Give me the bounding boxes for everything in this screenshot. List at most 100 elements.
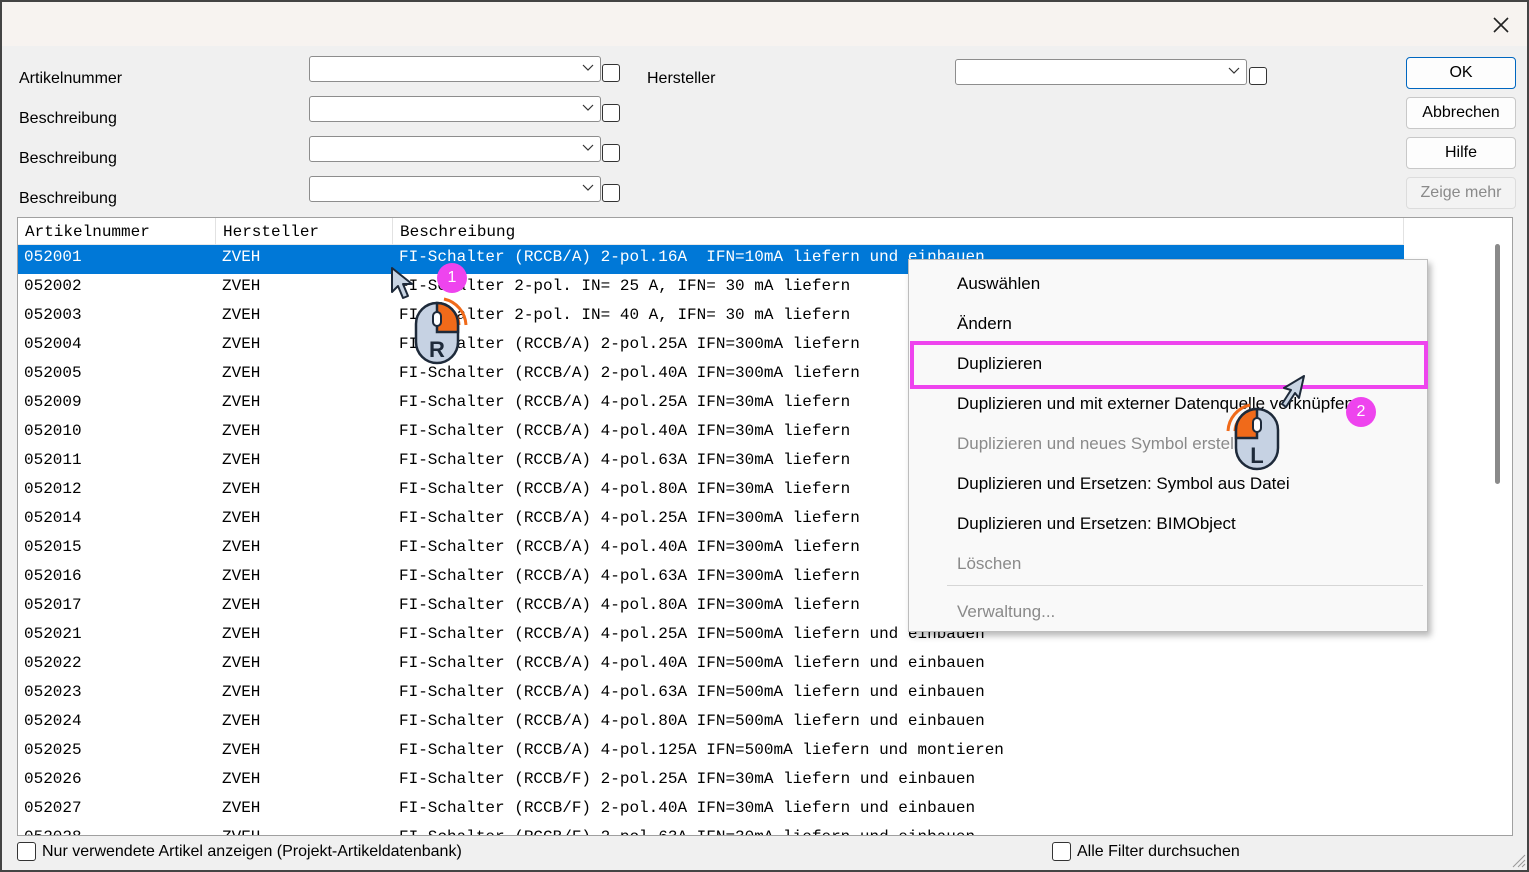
ok-button[interactable]: OK <box>1406 57 1516 89</box>
cell-beschreibung: FI-Schalter (RCCB/A) 4-pol.63A IFN=300mA… <box>399 567 860 585</box>
cell-beschreibung: FI-Schalter (RCCB/A) 4-pol.80A IFN=300mA… <box>399 596 860 614</box>
table-row[interactable]: 052025 ZVEH FI-Schalter (RCCB/A) 4-pol.125… <box>18 738 1404 767</box>
beschreibung3-combo[interactable] <box>309 176 601 202</box>
cell-beschreibung: FI-Schalter (RCCB/A) 4-pol.63A IFN=30mA … <box>399 451 851 469</box>
used-only-checkbox[interactable]: Nur verwendete Artikel anzeigen (Projekt… <box>17 842 462 861</box>
artikelnummer-checkbox[interactable] <box>602 64 620 82</box>
cell-artikelnummer: 052004 <box>24 335 82 353</box>
cancel-button[interactable]: Abbrechen <box>1406 97 1516 129</box>
cell-beschreibung: FI-Schalter (RCCB/F) 2-pol.25A IFN=30mA … <box>399 770 976 788</box>
checkbox-box[interactable] <box>17 842 36 861</box>
cell-hersteller: ZVEH <box>222 770 261 788</box>
context-menu: Auswählen Ändern Duplizieren Duplizieren… <box>908 259 1428 632</box>
cell-hersteller: ZVEH <box>222 306 261 324</box>
cell-artikelnummer: 052010 <box>24 422 82 440</box>
cell-artikelnummer: 052025 <box>24 741 82 759</box>
table-row[interactable]: 052026 ZVEH FI-Schalter (RCCB/F) 2-pol.25A… <box>18 767 1404 796</box>
table-row[interactable]: 052023 ZVEH FI-Schalter (RCCB/A) 4-pol.63A… <box>18 680 1404 709</box>
cell-beschreibung: FI-Schalter (RCCB/A) 4-pol.63A IFN=500mA… <box>399 683 985 701</box>
beschreibung3-checkbox[interactable] <box>602 184 620 202</box>
close-icon[interactable] <box>1486 10 1516 40</box>
chevron-down-icon <box>582 184 594 191</box>
cell-hersteller: ZVEH <box>222 828 260 835</box>
cell-hersteller: ZVEH <box>222 393 261 411</box>
cell-hersteller: ZVEH <box>222 683 261 701</box>
table-row[interactable]: 052024 ZVEH FI-Schalter (RCCB/A) 4-pol.80A… <box>18 709 1404 738</box>
cell-artikelnummer: 052002 <box>24 277 82 295</box>
checkbox-box[interactable] <box>1052 842 1071 861</box>
resize-grip-icon[interactable] <box>1510 852 1526 868</box>
cell-hersteller: ZVEH <box>222 567 261 585</box>
cell-artikelnummer: 052028 <box>24 828 82 835</box>
beschreibung1-label: Beschreibung <box>19 110 117 127</box>
cell-artikelnummer: 052027 <box>24 799 82 817</box>
cell-beschreibung: FI-Schalter (RCCB/F) 2-pol.40A IFN=30mA … <box>399 799 976 817</box>
cell-artikelnummer: 052016 <box>24 567 82 585</box>
cell-artikelnummer: 052001 <box>24 248 82 266</box>
cell-hersteller: ZVEH <box>222 799 261 817</box>
cell-hersteller: ZVEH <box>222 538 261 556</box>
step-1-badge: 1 <box>437 263 467 293</box>
cell-artikelnummer: 052026 <box>24 770 82 788</box>
cell-artikelnummer: 052015 <box>24 538 82 556</box>
table-row[interactable]: 052022 ZVEH FI-Schalter (RCCB/A) 4-pol.40A… <box>18 651 1404 680</box>
hersteller-checkbox[interactable] <box>1249 67 1267 85</box>
beschreibung1-checkbox[interactable] <box>602 104 620 122</box>
used-only-label: Nur verwendete Artikel anzeigen (Projekt… <box>42 842 462 860</box>
cell-beschreibung: FI-Schalter (RCCB/A) 4-pol.80A IFN=30mA … <box>399 480 851 498</box>
cell-artikelnummer: 052012 <box>24 480 82 498</box>
column-header-hersteller[interactable]: Hersteller <box>216 218 393 245</box>
table-row[interactable]: 052028 ZVEH FI-Schalter (RCCB/F) 2-pol.63A… <box>18 825 1404 835</box>
menu-item-loeschen[interactable]: Löschen <box>957 554 1021 574</box>
help-button[interactable]: Hilfe <box>1406 137 1516 169</box>
beschreibung1-combo[interactable] <box>309 96 601 122</box>
scrollbar-thumb[interactable] <box>1495 244 1500 484</box>
menu-item-aendern[interactable]: Ändern <box>957 314 1012 334</box>
step-2-badge: 2 <box>1346 397 1376 427</box>
menu-item-auswaehlen[interactable]: Auswählen <box>957 274 1040 294</box>
cell-hersteller: ZVEH <box>222 712 261 730</box>
cell-hersteller: ZVEH <box>222 596 261 614</box>
cell-beschreibung: FI-Schalter (RCCB/A) 4-pol.80A IFN=500mA… <box>399 712 985 730</box>
cell-hersteller: ZVEH <box>222 654 261 672</box>
cell-artikelnummer: 052023 <box>24 683 82 701</box>
chevron-down-icon <box>582 144 594 151</box>
column-header-beschreibung[interactable]: Beschreibung <box>393 218 1404 245</box>
hersteller-combo[interactable] <box>955 59 1247 85</box>
column-header-artikelnummer[interactable]: Artikelnummer <box>18 218 216 245</box>
cell-artikelnummer: 052005 <box>24 364 82 382</box>
artikelnummer-combo[interactable] <box>309 56 601 82</box>
cell-beschreibung: FI-Schalter (RCCB/A) 4-pol.25A IFN=300mA… <box>399 509 860 527</box>
table-row[interactable]: 052027 ZVEH FI-Schalter (RCCB/F) 2-pol.40A… <box>18 796 1404 825</box>
beschreibung2-label: Beschreibung <box>19 150 117 167</box>
cell-artikelnummer: 052011 <box>24 451 82 469</box>
cell-beschreibung: FI-Schalter (RCCB/A) 2-pol.16A IFN=10mA … <box>399 248 985 266</box>
mouse-letter-r: R <box>429 337 445 362</box>
cell-beschreibung: FI-Schalter (RCCB/A) 4-pol.40A IFN=500mA… <box>399 654 985 672</box>
cell-hersteller: ZVEH <box>222 741 261 759</box>
chevron-down-icon <box>1228 67 1240 74</box>
menu-item-ersetzen-bimobject[interactable]: Duplizieren und Ersetzen: BIMObject <box>957 514 1236 534</box>
all-filters-checkbox[interactable]: Alle Filter durchsuchen <box>1052 842 1240 861</box>
mouse-letter-l: L <box>1250 443 1263 468</box>
chevron-down-icon <box>582 104 594 111</box>
cell-beschreibung: FI-Schalter (RCCB/A) 4-pol.125A IFN=500m… <box>399 741 1004 759</box>
cell-artikelnummer: 052022 <box>24 654 82 672</box>
cell-beschreibung: FI-Schalter (RCCB/F) 2-pol.63A IFN=30mA … <box>399 828 975 835</box>
cell-artikelnummer: 052024 <box>24 712 82 730</box>
cell-beschreibung: FI-Schalter (RCCB/A) 4-pol.40A IFN=300mA… <box>399 538 860 556</box>
beschreibung2-checkbox[interactable] <box>602 144 620 162</box>
show-more-button[interactable]: Zeige mehr <box>1406 177 1516 209</box>
left-click-mouse-icon: L <box>1226 403 1280 471</box>
menu-item-duplizieren-symbol[interactable]: Duplizieren und neues Symbol erstellen <box>957 434 1257 454</box>
cell-artikelnummer: 052021 <box>24 625 82 643</box>
menu-item-verwaltung[interactable]: Verwaltung... <box>957 602 1055 622</box>
beschreibung2-combo[interactable] <box>309 136 601 162</box>
cell-hersteller: ZVEH <box>222 277 261 295</box>
menu-separator <box>947 585 1423 586</box>
cell-hersteller: ZVEH <box>222 422 261 440</box>
right-click-mouse-icon: R <box>414 297 468 365</box>
cell-beschreibung: FI-Schalter (RCCB/A) 4-pol.25A IFN=500mA… <box>399 625 985 643</box>
menu-item-ersetzen-datei[interactable]: Duplizieren und Ersetzen: Symbol aus Dat… <box>957 474 1290 494</box>
chevron-down-icon <box>582 64 594 71</box>
